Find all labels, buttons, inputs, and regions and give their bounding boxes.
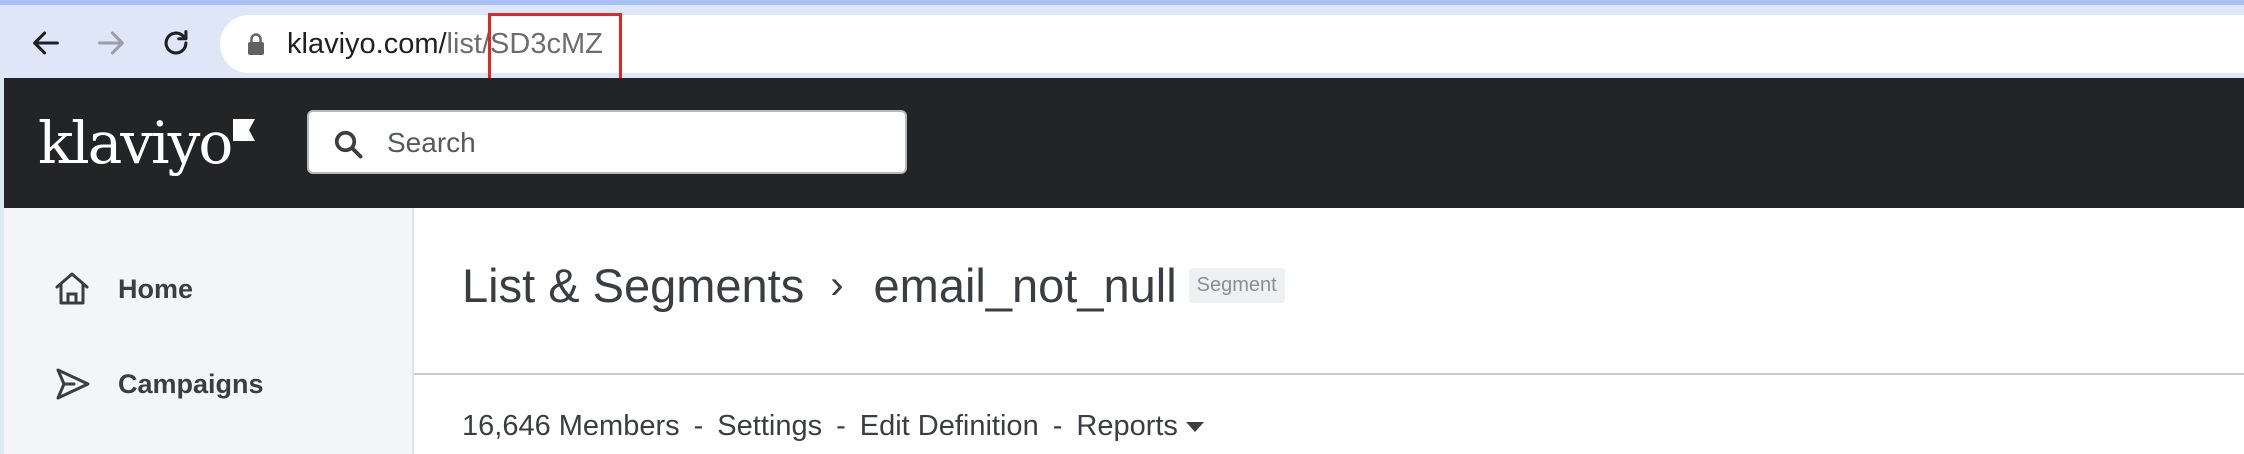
sidebar-item-home[interactable]: Home [52,264,193,314]
edit-definition-link[interactable]: Edit Definition [860,410,1039,443]
flag-icon [233,119,256,141]
arrow-right-icon [98,31,124,55]
sidebar-item-label: Campaigns [118,368,264,399]
reports-dropdown[interactable]: Reports [1076,410,1204,443]
search-icon [334,130,363,159]
lock-icon [248,33,264,55]
app-header: klaviyo [4,78,2244,208]
sidebar-item-label: Home [118,273,194,304]
sidebar: Home Campaigns [4,208,414,454]
breadcrumb: List & Segments › email_not_null Segment [462,258,1285,313]
list-sub-nav: 16,646 Members - Settings - Edit Definit… [462,410,1204,443]
logo-text: klaviyo [38,109,233,177]
breadcrumb-separator: › [830,263,844,307]
settings-link[interactable]: Settings [717,410,822,443]
separator: - [693,410,704,442]
url-highlight-box [488,13,622,86]
breadcrumb-parent-link[interactable]: List & Segments [462,258,804,313]
campaigns-icon [56,368,90,400]
reload-icon [164,30,188,55]
reports-label: Reports [1076,410,1178,442]
main-content: List & Segments › email_not_null Segment… [414,208,2244,454]
forward-button[interactable] [87,19,135,67]
search-box[interactable] [307,110,907,174]
home-icon [55,272,89,305]
segment-badge: Segment [1188,268,1285,303]
divider [414,373,2244,375]
search-input[interactable] [387,124,887,162]
arrow-left-icon [33,31,59,55]
caret-down-icon [1185,422,1204,433]
members-link[interactable]: 16,646 Members [462,410,680,443]
sidebar-item-campaigns[interactable]: Campaigns [52,359,264,409]
browser-toolbar: klaviyo.com/list/SD3cMZ [0,0,2244,86]
separator: - [1052,410,1063,442]
klaviyo-logo[interactable]: klaviyo [38,109,256,177]
back-button[interactable] [22,19,70,67]
reload-button[interactable] [152,19,200,67]
page-title: email_not_null [873,259,1177,312]
separator: - [836,410,846,442]
